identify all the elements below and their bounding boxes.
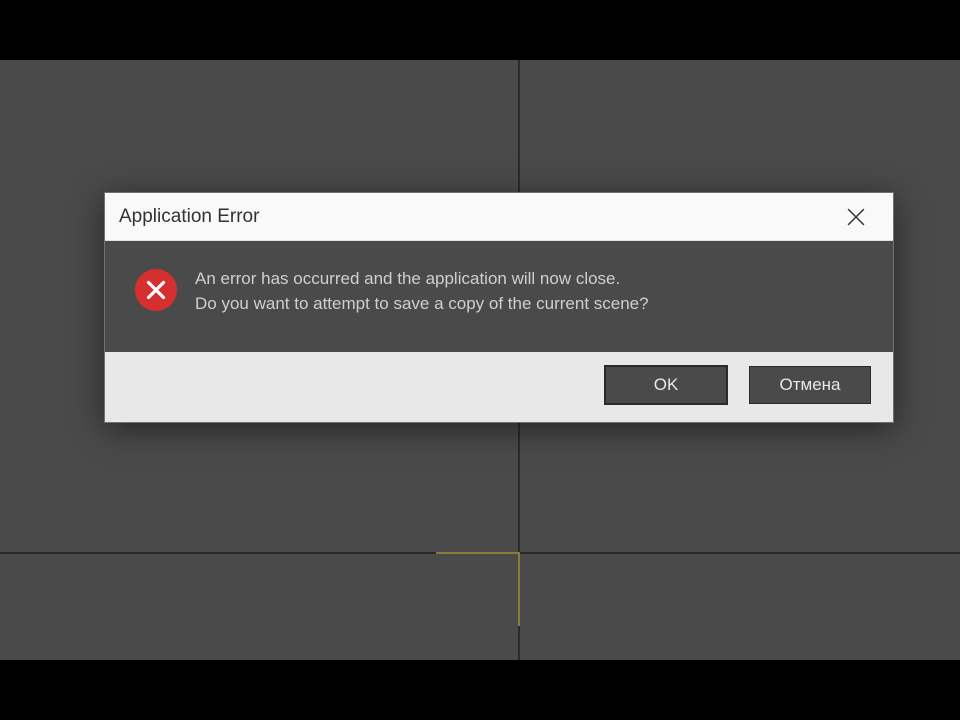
dialog-title: Application Error: [119, 206, 259, 228]
dialog-body: An error has occurred and the applicatio…: [105, 241, 893, 352]
close-button[interactable]: [833, 194, 879, 240]
error-icon: [135, 269, 177, 311]
close-icon: [847, 208, 865, 226]
accent-vertical: [518, 554, 520, 626]
message-line-1: An error has occurred and the applicatio…: [195, 267, 649, 292]
message-line-2: Do you want to attempt to save a copy of…: [195, 292, 649, 317]
error-dialog: Application Error An error has occurred …: [104, 192, 894, 423]
accent-horizontal: [436, 552, 520, 554]
ok-button[interactable]: OK: [605, 366, 727, 404]
dialog-titlebar: Application Error: [105, 193, 893, 241]
dialog-message: An error has occurred and the applicatio…: [195, 267, 649, 316]
cancel-button[interactable]: Отмена: [749, 366, 871, 404]
dialog-footer: OK Отмена: [105, 352, 893, 422]
